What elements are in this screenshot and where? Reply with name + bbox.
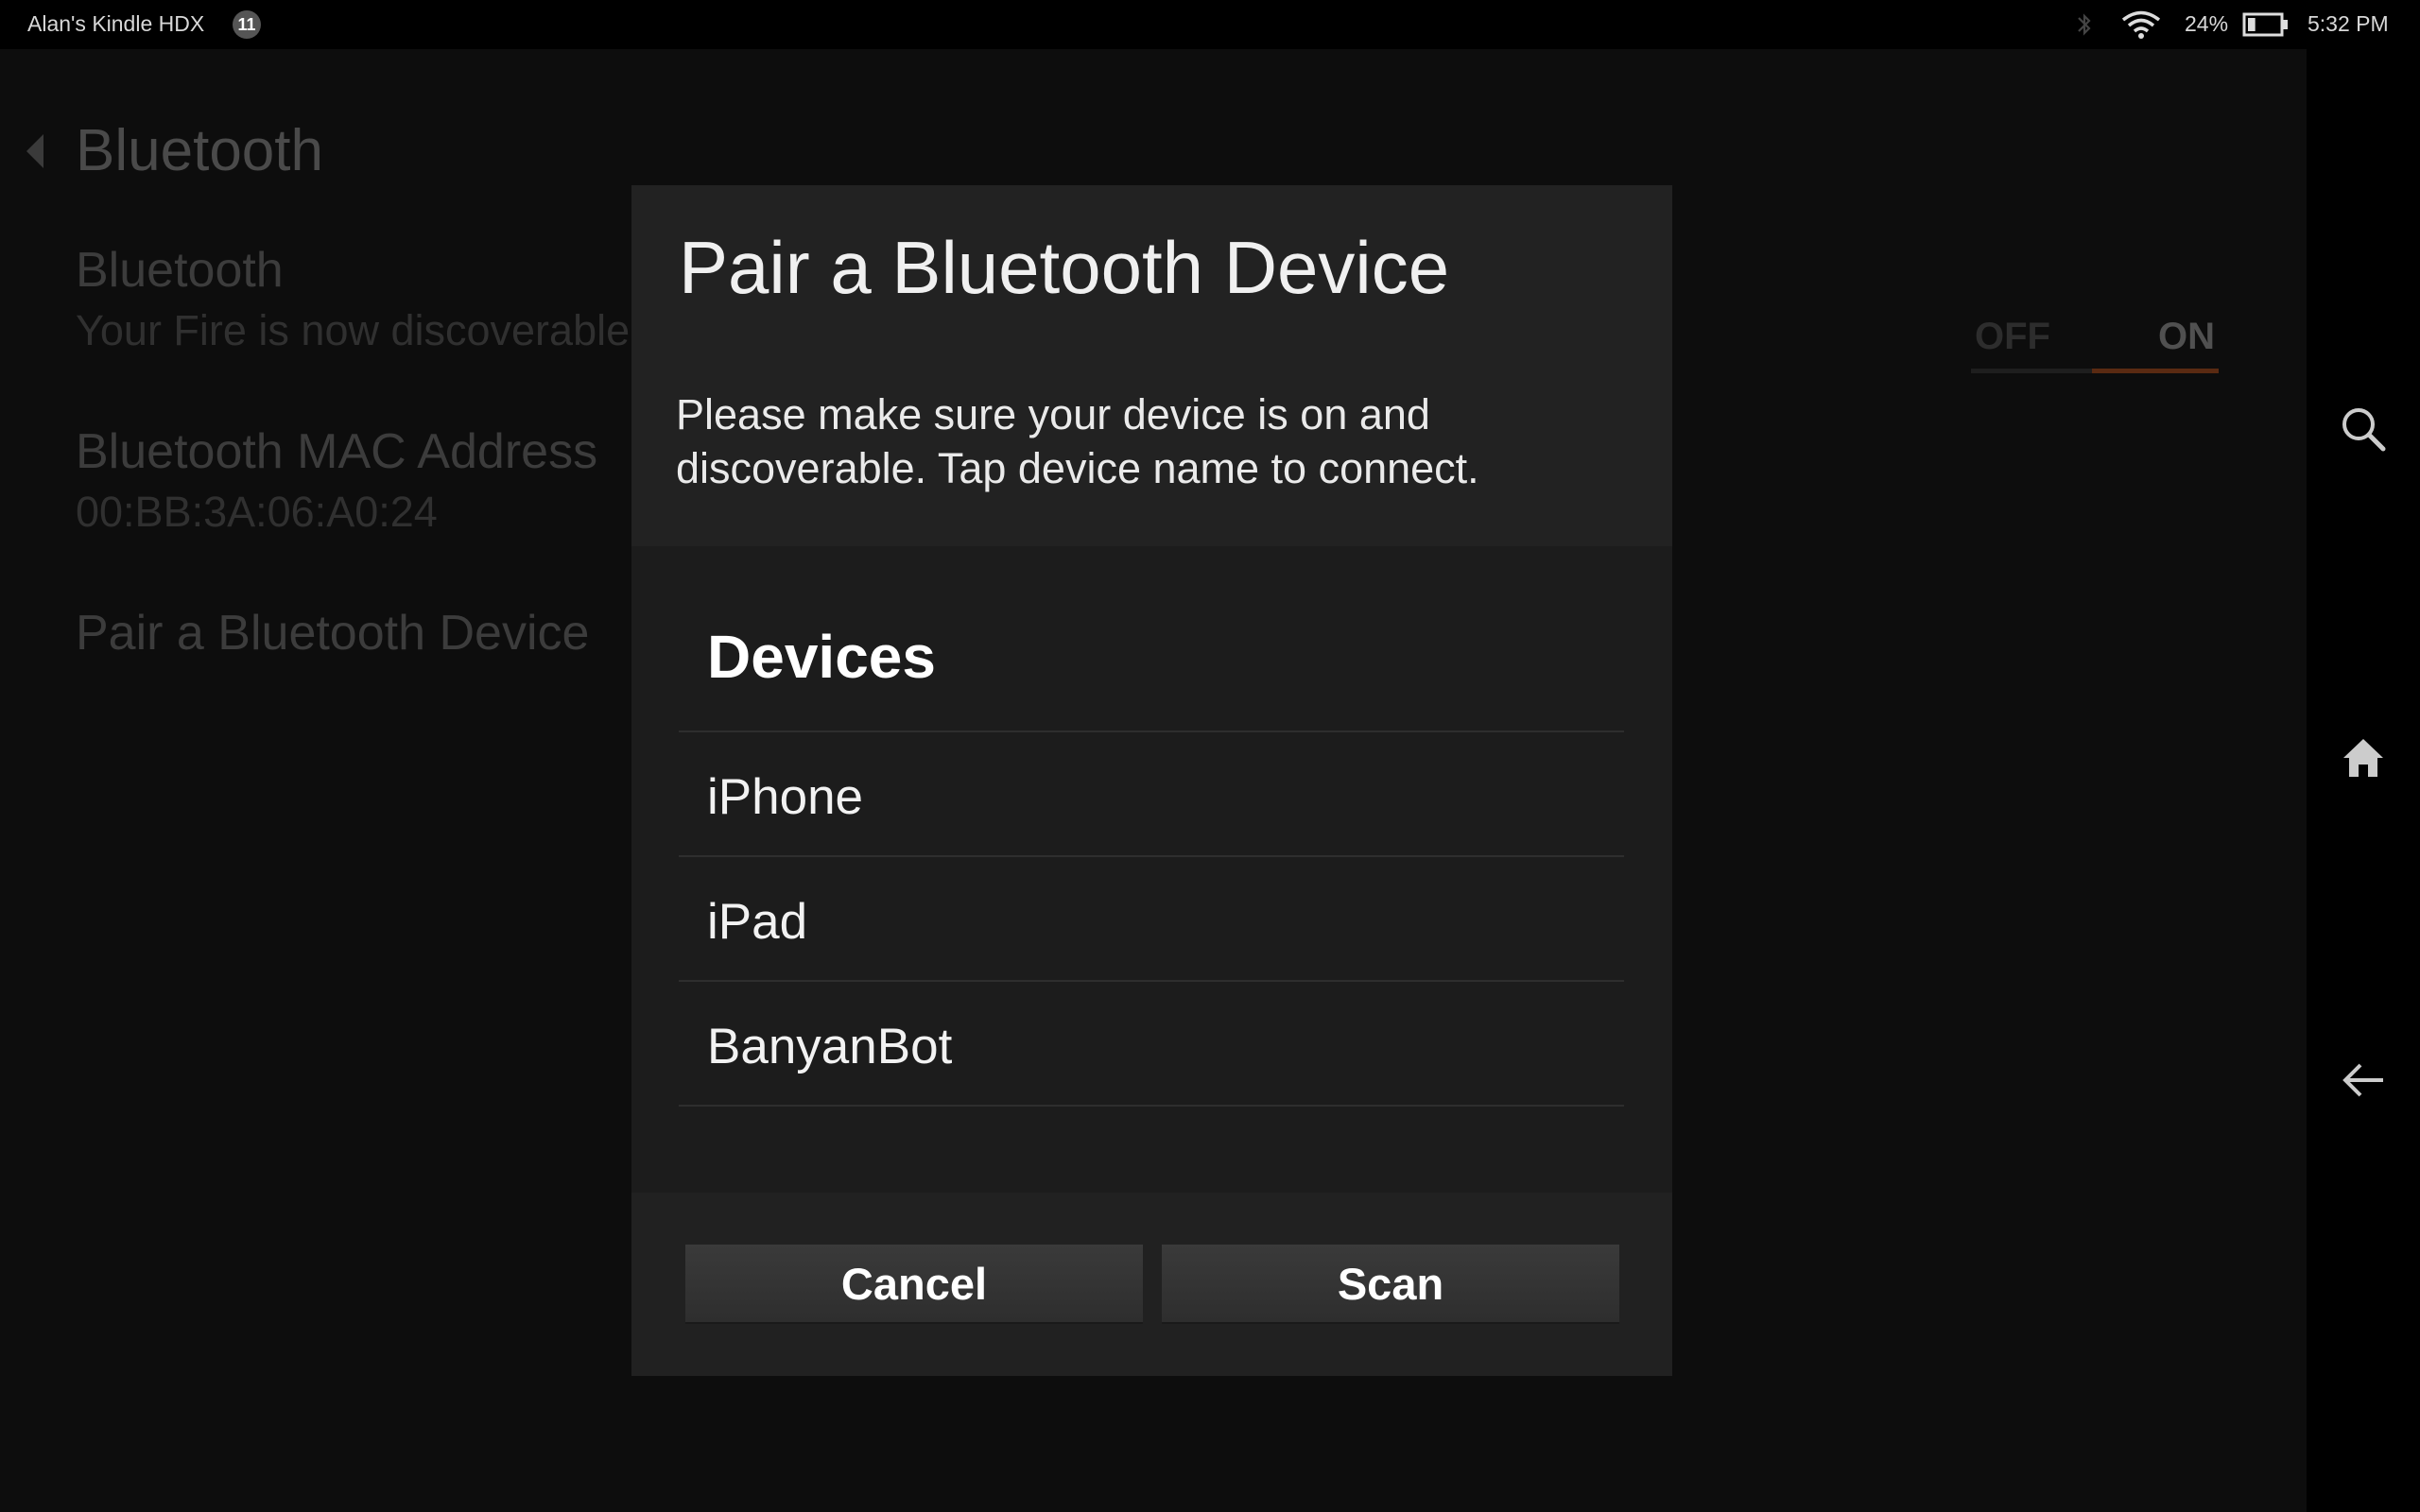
wifi-icon <box>2120 9 2162 44</box>
toggle-on-label[interactable]: ON <box>2158 316 2215 358</box>
nav-bar <box>2307 49 2420 1512</box>
search-icon[interactable] <box>2335 401 2392 457</box>
setting-bluetooth-title[interactable]: Bluetooth <box>76 242 284 299</box>
setting-pair-title[interactable]: Pair a Bluetooth Device <box>76 605 589 662</box>
back-arrow-icon[interactable] <box>25 132 45 175</box>
devices-heading: Devices <box>707 623 936 691</box>
toggle-off-label[interactable]: OFF <box>1975 316 2050 358</box>
toggle-on-indicator <box>2092 369 2219 373</box>
status-bar: Alan's Kindle HDX 11 24% 5:32 PM <box>0 0 2420 49</box>
page-title: Bluetooth <box>76 118 323 183</box>
device-name-label: iPad <box>707 894 808 950</box>
battery-fill <box>2248 18 2256 31</box>
dialog-footer: Cancel Scan <box>631 1193 1672 1376</box>
setting-mac-value: 00:BB:3A:06:A0:24 <box>76 488 438 536</box>
clock: 5:32 PM <box>2308 11 2389 36</box>
device-name-label: BanyanBot <box>707 1019 953 1074</box>
bluetooth-toggle[interactable]: OFF ON <box>1971 316 2219 374</box>
device-row-ipad[interactable]: iPad <box>679 855 1624 980</box>
dialog-title: Pair a Bluetooth Device <box>679 226 1450 309</box>
device-name-label: iPhone <box>707 769 864 825</box>
setting-bluetooth-subtitle: Your Fire is now discoverable <box>76 306 631 354</box>
pair-device-dialog: Pair a Bluetooth Device Please make sure… <box>631 185 1672 1376</box>
device-row-banyanbot[interactable]: BanyanBot <box>679 980 1624 1107</box>
battery-icon <box>2242 12 2290 42</box>
device-list: iPhone iPad BanyanBot <box>679 730 1624 1107</box>
back-icon[interactable] <box>2335 1052 2392 1108</box>
device-row-iphone[interactable]: iPhone <box>679 730 1624 855</box>
notification-badge[interactable]: 11 <box>233 10 261 39</box>
cancel-button[interactable]: Cancel <box>685 1245 1143 1324</box>
battery-percent: 24% <box>2185 11 2229 36</box>
scan-button[interactable]: Scan <box>1162 1245 1619 1324</box>
toggle-off-indicator <box>1971 369 2092 373</box>
dialog-message: Please make sure your device is on and d… <box>676 390 1479 492</box>
setting-mac-title: Bluetooth MAC Address <box>76 424 598 479</box>
screen: Alan's Kindle HDX 11 24% 5:32 PM Bluetoo… <box>0 0 2420 1512</box>
dialog-header: Pair a Bluetooth Device Please make sure… <box>631 185 1672 546</box>
home-icon[interactable] <box>2335 729 2392 785</box>
bluetooth-icon <box>2075 11 2094 43</box>
device-name: Alan's Kindle HDX <box>27 11 205 36</box>
